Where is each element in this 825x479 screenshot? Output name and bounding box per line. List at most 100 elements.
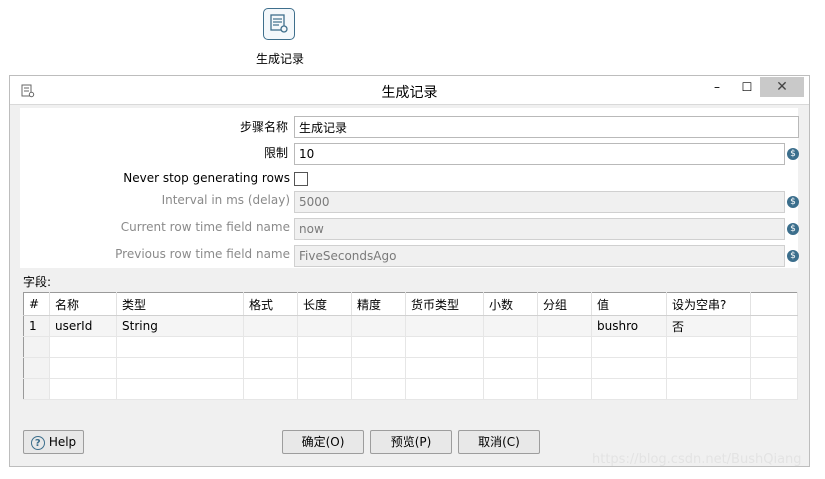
column-header[interactable]: # <box>23 292 50 316</box>
table-cell[interactable] <box>351 357 406 379</box>
fields-table: # 名称 类型 格式 长度 精度 货币类型 小数 分组 值 设为空串? 1 us… <box>23 292 798 400</box>
row-number[interactable]: 1 <box>23 315 50 337</box>
preview-button[interactable]: 预览(P) <box>370 430 452 454</box>
table-cell[interactable] <box>243 378 298 400</box>
variable-icon[interactable]: $ <box>787 196 799 208</box>
table-cell[interactable] <box>297 336 352 358</box>
interval-input[interactable] <box>294 191 785 213</box>
table-row-empty[interactable] <box>23 336 798 358</box>
variable-icon[interactable]: $ <box>787 223 799 235</box>
column-header[interactable]: 小数 <box>483 292 538 316</box>
fields-label: 字段: <box>23 275 52 289</box>
table-cell[interactable] <box>405 336 484 358</box>
column-header[interactable]: 分组 <box>537 292 592 316</box>
column-header[interactable]: 精度 <box>351 292 406 316</box>
previous-row-input[interactable] <box>294 245 785 267</box>
table-cell[interactable] <box>405 315 484 337</box>
variable-icon[interactable]: $ <box>787 148 799 160</box>
table-cell[interactable] <box>537 315 592 337</box>
table-cell[interactable]: userId <box>49 315 117 337</box>
variable-icon[interactable]: $ <box>787 250 799 262</box>
table-cell[interactable] <box>297 315 352 337</box>
generate-rows-step-icon[interactable] <box>263 8 295 40</box>
table-cell[interactable] <box>243 357 298 379</box>
limit-label: 限制 <box>263 146 288 160</box>
table-gear-icon <box>270 14 288 33</box>
row-number[interactable] <box>23 357 50 379</box>
settings-form: 步骤名称 限制 $ Never stop generating rows Int… <box>20 108 799 268</box>
table-cell <box>750 357 798 379</box>
table-cell[interactable] <box>351 315 406 337</box>
table-cell-empty <box>750 315 798 337</box>
table-cell[interactable] <box>405 378 484 400</box>
column-header[interactable]: 格式 <box>243 292 298 316</box>
table-cell[interactable] <box>483 378 538 400</box>
table-cell[interactable] <box>49 378 117 400</box>
table-cell[interactable] <box>243 315 298 337</box>
table-cell[interactable] <box>243 336 298 358</box>
table-header-row: # 名称 类型 格式 长度 精度 货币类型 小数 分组 值 设为空串? <box>23 292 798 316</box>
watermark: https://blog.csdn.net/BushQiang <box>592 452 802 467</box>
step-name-label: 步骤名称 <box>239 120 288 134</box>
table-cell[interactable] <box>297 357 352 379</box>
column-header[interactable]: 值 <box>591 292 667 316</box>
table-cell[interactable] <box>116 357 244 379</box>
table-row-empty[interactable] <box>23 378 798 400</box>
column-header[interactable]: 类型 <box>116 292 244 316</box>
row-number[interactable] <box>23 336 50 358</box>
maximize-button[interactable]: ☐ <box>732 76 762 98</box>
table-cell[interactable] <box>116 378 244 400</box>
table-cell[interactable] <box>483 336 538 358</box>
current-row-label: Current row time field name <box>120 220 290 234</box>
help-icon: ? <box>30 435 45 450</box>
previous-row-label: Previous row time field name <box>115 247 290 261</box>
table-cell[interactable] <box>591 357 667 379</box>
close-button[interactable]: ✕ <box>760 77 804 97</box>
dialog-title: 生成记录 <box>381 85 438 101</box>
table-cell[interactable] <box>351 336 406 358</box>
table-cell[interactable] <box>49 336 117 358</box>
help-button[interactable]: ? Help <box>23 430 84 454</box>
table-row[interactable]: 1 userId String bushro 否 <box>23 315 798 337</box>
table-cell[interactable] <box>537 357 592 379</box>
step-name-input[interactable] <box>294 116 799 138</box>
table-cell[interactable] <box>116 336 244 358</box>
table-cell[interactable] <box>666 336 751 358</box>
row-number[interactable] <box>23 378 50 400</box>
table-cell <box>750 336 798 358</box>
table-cell[interactable] <box>483 315 538 337</box>
column-header[interactable]: 长度 <box>297 292 352 316</box>
minimize-button[interactable]: – <box>702 76 732 98</box>
table-cell[interactable]: bushro <box>591 315 667 337</box>
table-cell[interactable] <box>537 336 592 358</box>
never-stop-label: Never stop generating rows <box>123 171 290 185</box>
cancel-button[interactable]: 取消(C) <box>458 430 540 454</box>
table-cell[interactable] <box>666 357 751 379</box>
table-cell[interactable]: String <box>116 315 244 337</box>
generate-rows-dialog: 生成记录 – ☐ ✕ 步骤名称 限制 $ Never stop generati… <box>9 75 810 467</box>
column-header[interactable]: 设为空串? <box>666 292 751 316</box>
table-cell[interactable] <box>483 357 538 379</box>
table-cell[interactable] <box>49 357 117 379</box>
table-cell[interactable] <box>666 378 751 400</box>
table-cell[interactable] <box>591 378 667 400</box>
table-cell[interactable] <box>297 378 352 400</box>
column-header[interactable]: 名称 <box>49 292 117 316</box>
ok-button[interactable]: 确定(O) <box>282 430 364 454</box>
table-cell <box>750 378 798 400</box>
current-row-input[interactable] <box>294 218 785 240</box>
column-header-empty <box>750 292 798 316</box>
column-header[interactable]: 货币类型 <box>405 292 484 316</box>
table-cell[interactable] <box>537 378 592 400</box>
table-cell[interactable]: 否 <box>666 315 751 337</box>
never-stop-checkbox[interactable] <box>294 172 308 186</box>
table-cell[interactable] <box>405 357 484 379</box>
step-label: 生成记录 <box>255 52 304 66</box>
interval-label: Interval in ms (delay) <box>161 193 290 207</box>
table-cell[interactable] <box>351 378 406 400</box>
table-row-empty[interactable] <box>23 357 798 379</box>
table-cell[interactable] <box>591 336 667 358</box>
dialog-titlebar: 生成记录 – ☐ ✕ <box>10 76 809 105</box>
help-button-label: Help <box>48 435 77 449</box>
limit-input[interactable] <box>294 143 785 165</box>
